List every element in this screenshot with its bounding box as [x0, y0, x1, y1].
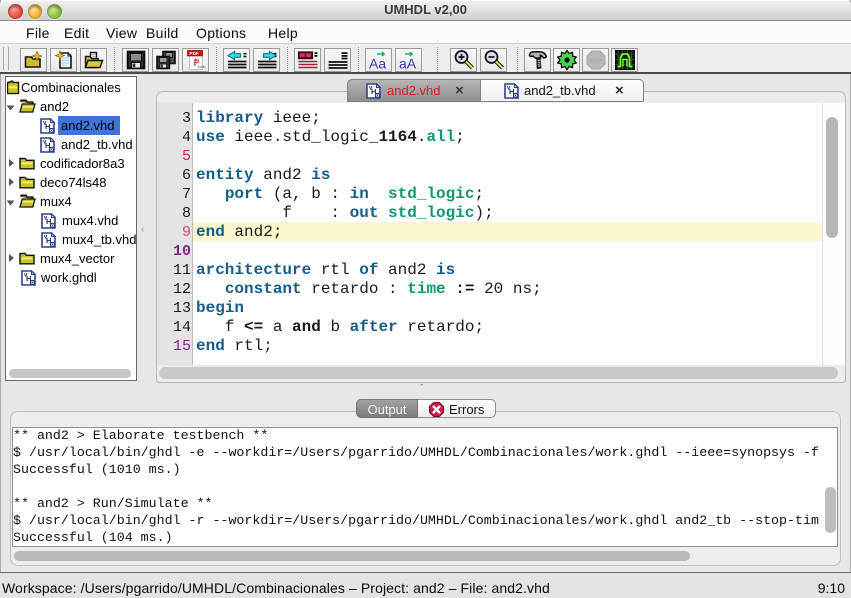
- svg-text:o: o: [514, 93, 517, 99]
- svg-text:o: o: [51, 223, 54, 229]
- svg-text:STOP: STOP: [590, 58, 602, 63]
- svg-text:o: o: [31, 280, 34, 286]
- svg-text:PDF: PDF: [189, 51, 198, 56]
- svg-text:Aa: Aa: [369, 56, 386, 71]
- svg-text:Adobe: Adobe: [197, 65, 205, 69]
- svg-text:o: o: [50, 128, 53, 134]
- svg-text:o: o: [376, 93, 379, 99]
- svg-text:o: o: [51, 242, 54, 248]
- svg-text:aA: aA: [399, 56, 417, 71]
- svg-text:o: o: [50, 147, 53, 153]
